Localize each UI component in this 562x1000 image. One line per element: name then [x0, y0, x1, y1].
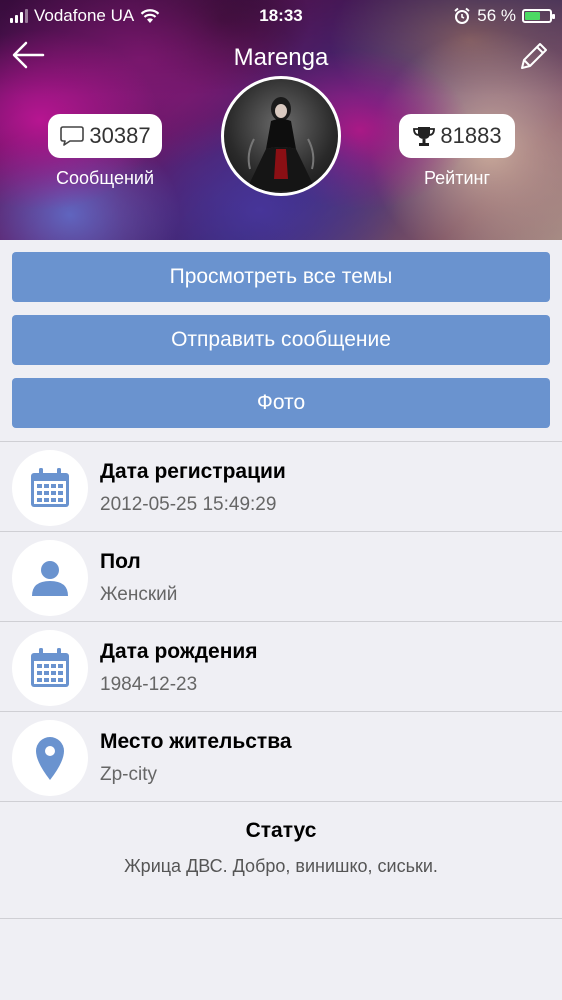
rating-label: Рейтинг — [423, 168, 491, 188]
divider — [0, 801, 562, 802]
calendar-icon — [31, 468, 69, 507]
gender-label: Пол — [100, 550, 141, 573]
avatar-figure-image — [246, 97, 316, 191]
registration-date-value: 2012-05-25 15:49:29 — [100, 494, 277, 515]
info-row-gender: Пол Женский — [0, 532, 562, 622]
rating-stat[interactable]: 81883 Рейтинг — [399, 114, 515, 189]
alarm-icon — [454, 7, 470, 24]
person-icon — [32, 561, 68, 596]
view-all-topics-button[interactable]: Просмотреть все темы — [12, 252, 550, 302]
gender-value: Женский — [100, 584, 178, 605]
photo-button[interactable]: Фото — [12, 378, 550, 428]
location-label: Место жительства — [100, 730, 292, 753]
rating-count: 81883 — [440, 123, 502, 148]
send-message-button[interactable]: Отправить сообщение — [12, 315, 550, 365]
birth-date-value: 1984-12-23 — [100, 674, 198, 695]
info-row-birth-date: Дата рождения 1984-12-23 — [0, 622, 562, 712]
location-pin-icon — [36, 737, 64, 780]
messages-label: Сообщений — [56, 168, 154, 188]
avatar[interactable] — [221, 76, 341, 196]
trophy-icon — [413, 127, 436, 146]
divider — [0, 918, 562, 919]
status-bar: Vodafone UA 18:33 56 % — [0, 0, 562, 32]
calendar-icon — [31, 648, 69, 687]
battery-icon — [522, 9, 555, 23]
speech-bubble-icon — [60, 126, 85, 146]
pencil-edit-icon[interactable] — [516, 40, 550, 74]
registration-date-label: Дата регистрации — [100, 460, 286, 483]
status-text: Жрица ДВС. Добро, винишко, сиськи. — [124, 856, 438, 876]
location-value: Zp-city — [100, 764, 157, 785]
info-row-location: Место жительства Zp-city — [0, 712, 562, 802]
messages-count: 30387 — [89, 123, 151, 148]
battery-percentage: 56 % — [477, 6, 516, 25]
messages-stat[interactable]: 30387 Сообщений — [48, 114, 162, 189]
birth-date-label: Дата рождения — [100, 640, 258, 663]
profile-username: Marenga — [233, 44, 329, 71]
status-title: Статус — [245, 819, 317, 842]
info-row-registration-date: Дата регистрации 2012-05-25 15:49:29 — [0, 442, 562, 532]
